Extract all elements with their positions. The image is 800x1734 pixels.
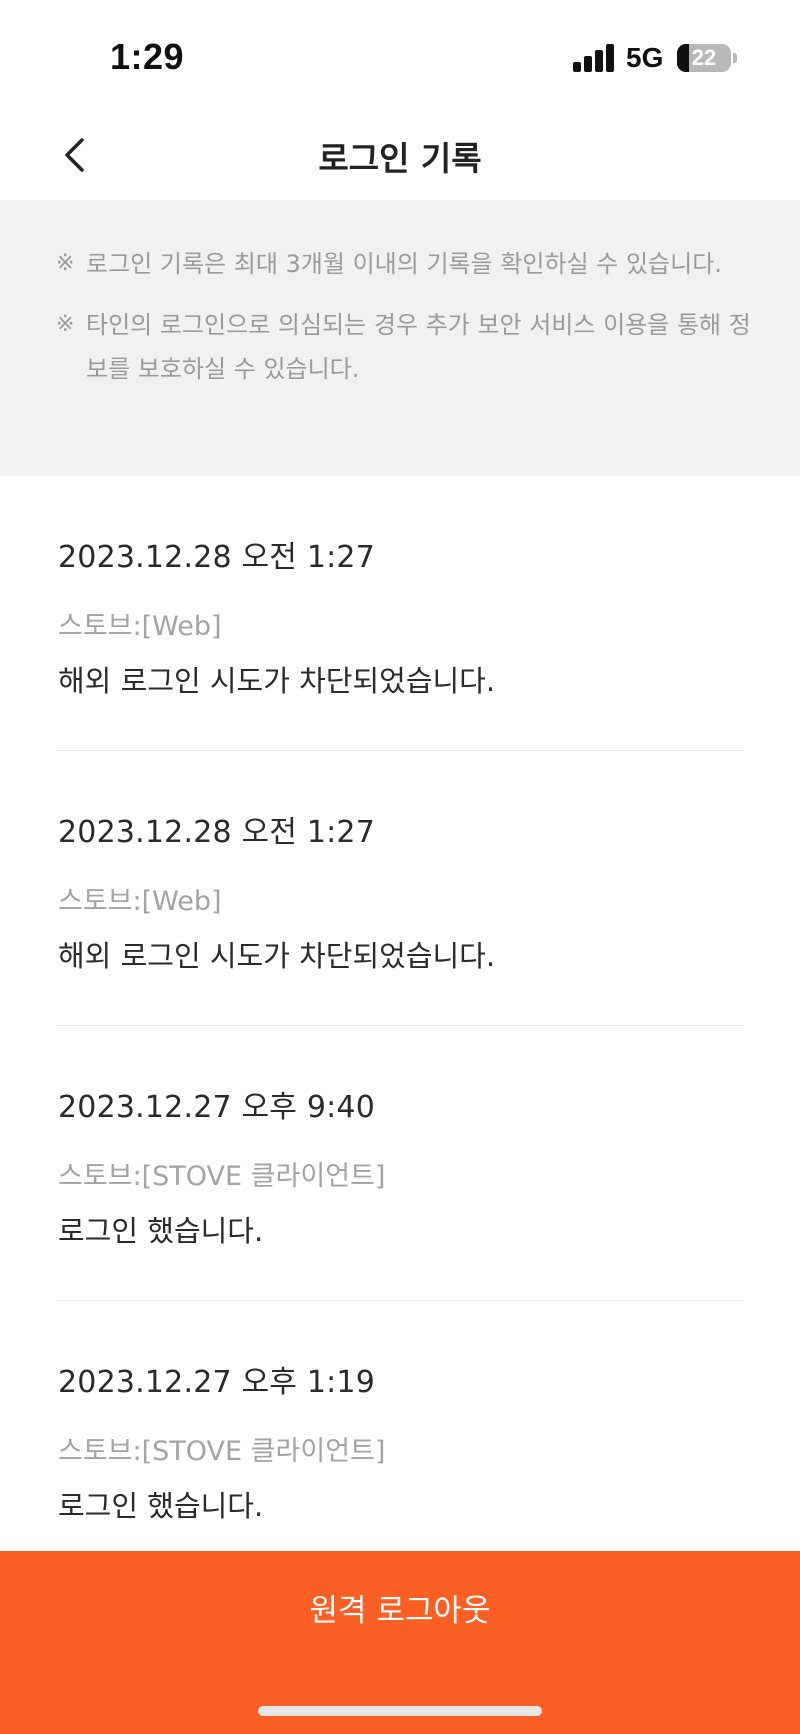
battery-level: 22 xyxy=(691,45,717,70)
notice-text: 로그인 기록은 최대 3개월 이내의 기록을 확인하실 수 있습니다. xyxy=(86,250,722,278)
list-item: 2023.12.27 오후 1:19 스토브:[STOVE 클라이언트] 로그인… xyxy=(56,1301,744,1576)
home-indicator[interactable] xyxy=(258,1706,542,1716)
record-message: 로그인 했습니다. xyxy=(58,1489,264,1523)
notice-text: 타인의 로그인으로 의심되는 경우 추가 보안 서비스 이용을 통해 정보를 보… xyxy=(86,311,751,383)
record-message: 해외 로그인 시도가 차단되었습니다. xyxy=(58,664,496,698)
reference-mark-icon: ※ xyxy=(56,251,75,276)
record-datetime: 2023.12.27 오후 1:19 xyxy=(58,1365,376,1400)
record-datetime: 2023.12.28 오전 1:27 xyxy=(58,540,376,575)
list-item: 2023.12.28 오전 1:27 스토브:[Web] 해외 로그인 시도가 … xyxy=(56,476,744,751)
battery-icon: 22 xyxy=(677,44,731,72)
notice-item: ※ 타인의 로그인으로 의심되는 경우 추가 보안 서비스 이용을 통해 정보를… xyxy=(56,303,760,391)
remote-logout-label: 원격 로그아웃 xyxy=(309,1593,491,1629)
network-label: 5G xyxy=(626,42,664,73)
page-title: 로그인 기록 xyxy=(318,139,482,178)
record-message: 로그인 했습니다. xyxy=(58,1214,264,1248)
record-platform: 스토브:[STOVE 클라이언트] xyxy=(58,1436,386,1467)
record-message: 해외 로그인 시도가 차단되었습니다. xyxy=(58,939,496,973)
login-record-list: 2023.12.28 오전 1:27 스토브:[Web] 해외 로그인 시도가 … xyxy=(0,476,800,1576)
list-item: 2023.12.27 오후 9:40 스토브:[STOVE 클라이언트] 로그인… xyxy=(56,1026,744,1301)
record-platform: 스토브:[STOVE 클라이언트] xyxy=(58,1161,386,1192)
status-time: 1:29 xyxy=(110,36,185,77)
record-platform: 스토브:[Web] xyxy=(58,886,222,917)
record-platform: 스토브:[Web] xyxy=(58,611,222,642)
screen: 1:29 5G 22 로그인 기록 ※ 로그인 기록은 최대 3개월 이내의 기… xyxy=(0,0,800,1734)
notice-box: ※ 로그인 기록은 최대 3개월 이내의 기록을 확인하실 수 있습니다. ※ … xyxy=(0,200,800,476)
list-item: 2023.12.28 오전 1:27 스토브:[Web] 해외 로그인 시도가 … xyxy=(56,751,744,1026)
record-datetime: 2023.12.28 오전 1:27 xyxy=(58,815,376,850)
header: 로그인 기록 xyxy=(0,110,800,200)
signal-icon xyxy=(573,44,615,72)
reference-mark-icon: ※ xyxy=(56,312,75,337)
battery-tip xyxy=(733,53,737,63)
record-datetime: 2023.12.27 오후 9:40 xyxy=(58,1090,376,1125)
status-bar: 1:29 5G 22 xyxy=(0,0,800,110)
notice-item: ※ 로그인 기록은 최대 3개월 이내의 기록을 확인하실 수 있습니다. xyxy=(56,242,760,286)
